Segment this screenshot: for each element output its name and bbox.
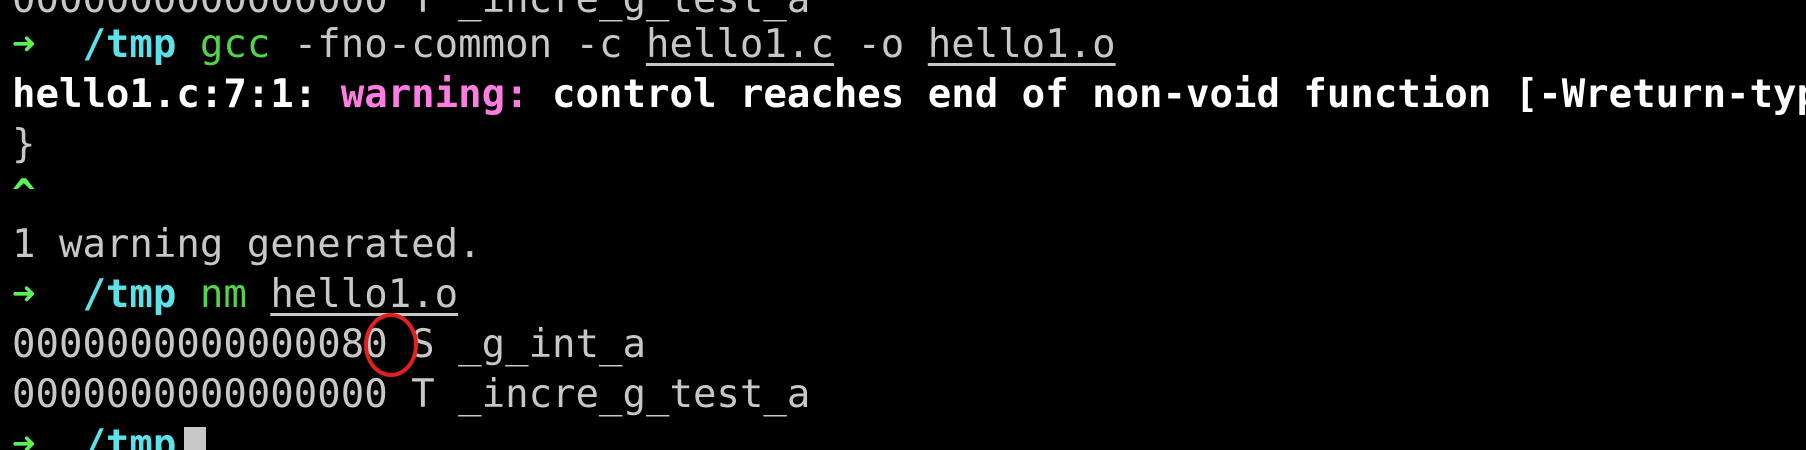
- command-args: -fno-common -c: [270, 22, 646, 67]
- annotation-circle: [364, 313, 418, 377]
- prompt-cwd: /tmp: [82, 22, 177, 67]
- symbol-type: T: [411, 372, 435, 417]
- command-name: nm: [199, 272, 247, 317]
- warning-line: hello1.c:7:1: warning: control reaches e…: [12, 70, 1806, 120]
- source-file-arg: hello1.c: [646, 22, 834, 67]
- text-cursor: [184, 426, 207, 450]
- prompt-arrow-icon: ➜: [12, 22, 36, 67]
- prompt-line-gcc: ➜ /tmp gcc -fno-common -c hello1.c -o he…: [12, 20, 1116, 70]
- symbol-row: 0000000000000080 S _g_int_a: [12, 320, 646, 370]
- symbol-name: _incre_g_test_a: [458, 372, 811, 417]
- prompt-arrow-icon: ➜: [12, 422, 36, 450]
- prompt-line-current[interactable]: ➜ /tmp: [12, 420, 207, 450]
- output-file-arg: hello1.o: [927, 22, 1116, 67]
- warning-message: control reaches end of non-void function…: [528, 72, 1806, 117]
- prompt-arrow-icon: ➜: [12, 272, 36, 317]
- symbol-row: 0000000000000000 T _incre_g_test_a: [12, 370, 810, 420]
- object-file-arg: hello1.o: [270, 272, 459, 317]
- warning-summary: 1 warning generated.: [12, 222, 482, 267]
- source-snippet-line: }: [12, 122, 36, 167]
- command-args-output-flag: -o: [833, 22, 928, 67]
- warning-caret: ^: [12, 172, 36, 217]
- prompt-cwd: /tmp: [82, 422, 177, 450]
- warning-label: warning:: [340, 72, 529, 117]
- symbol-address: 0000000000000080: [12, 322, 388, 367]
- command-name: gcc: [199, 22, 271, 67]
- prompt-cwd: /tmp: [82, 272, 177, 317]
- symbol-name: _g_int_a: [458, 322, 646, 367]
- symbol-address: 0000000000000000: [12, 372, 388, 417]
- terminal-window[interactable]: 0000000000000000 T _incre_g_test_a ➜ /tm…: [0, 0, 1806, 450]
- warning-location: hello1.c:7:1:: [12, 72, 341, 117]
